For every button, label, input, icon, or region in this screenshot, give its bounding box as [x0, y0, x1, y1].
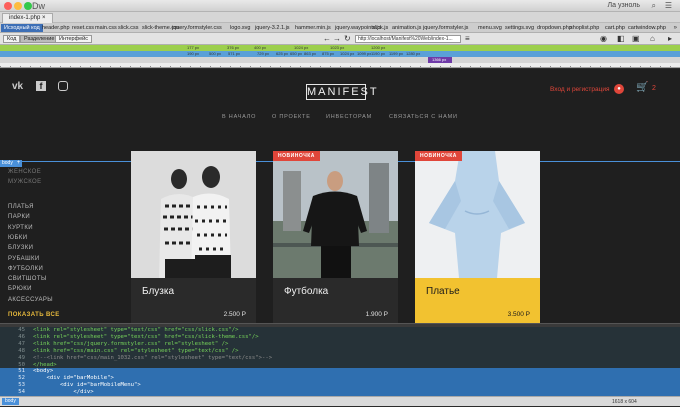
related-file-tab[interactable]: jquery.formstyler.js	[423, 23, 468, 32]
address-field[interactable]: http://localhost/Manifest%20Web/index-1.…	[355, 35, 461, 43]
visual-aids-icon[interactable]: ◧	[617, 34, 625, 44]
site-logo[interactable]: MANIFEST	[306, 84, 377, 100]
document-tab-bar: index-1.php ×	[0, 12, 680, 23]
source-code-button[interactable]: Исходный код	[1, 24, 43, 32]
status-bar: body 1618 x 604	[0, 396, 680, 406]
related-file-tab[interactable]: reset.css	[72, 23, 94, 32]
instagram-icon[interactable]	[58, 81, 68, 91]
zoom-window-button[interactable]	[24, 2, 32, 10]
category-link[interactable]: ФУТБОЛКИ	[8, 266, 43, 272]
related-file-tab[interactable]: animation.js	[392, 23, 421, 32]
category-link[interactable]: АКСЕССУАРЫ	[8, 297, 53, 303]
related-file-tab[interactable]: hammer.min.js	[295, 23, 331, 32]
category-link[interactable]: БРЮКИ	[8, 286, 32, 292]
product-name: Футболка	[284, 286, 329, 297]
add-element-icon[interactable]: +	[15, 160, 22, 167]
refresh-design-icon[interactable]: ▣	[632, 34, 640, 44]
product-card[interactable]: НОВИНОЧКА Платье 3.500 Р	[415, 151, 540, 323]
gender-female[interactable]: ЖЕНСКОЕ	[8, 169, 41, 175]
app-name: Dw	[32, 1, 45, 11]
more-files-icon[interactable]: »	[674, 23, 677, 32]
product-price: 3.500 Р	[507, 311, 530, 318]
product-card[interactable]: Блузка 2.500 Р	[131, 151, 256, 323]
document-tab[interactable]: index-1.php ×	[2, 13, 53, 23]
split-view-button[interactable]: Разделение	[20, 35, 59, 43]
product-price: 2.500 Р	[223, 311, 246, 318]
related-file-tab[interactable]: jquery-3.2.1.js	[255, 23, 290, 32]
body-tag-label[interactable]: body	[0, 160, 15, 167]
inspect-icon[interactable]: ◉	[600, 34, 607, 44]
more-icon[interactable]: ▸	[668, 34, 672, 44]
related-files-bar: Исходный код » header.php reset.css main.c…	[0, 23, 680, 33]
facebook-icon[interactable]: f	[36, 81, 46, 91]
new-badge: НОВИНОЧКА	[415, 151, 462, 161]
related-file-tab[interactable]: dropdown.php	[537, 23, 572, 32]
options-icon[interactable]: ≡	[465, 34, 470, 44]
related-file-tab[interactable]: slick.js	[372, 23, 388, 32]
related-file-tab[interactable]: slick.css	[118, 23, 138, 32]
live-view-page: vk f MANIFEST Вход и регистрация ● 🛒 2 В…	[0, 69, 680, 323]
category-link[interactable]: ПЛАТЬЯ	[8, 204, 34, 210]
nav-investors[interactable]: ИНВЕСТОРАМ	[326, 114, 372, 120]
document-tab-label: index-1.php	[9, 15, 41, 21]
document-toolbar: Код Разделение Интерфейс ← → ↻ http://lo…	[0, 33, 680, 45]
new-badge: НОВИНОЧКА	[273, 151, 320, 161]
forward-icon[interactable]: →	[333, 34, 341, 44]
login-link[interactable]: Вход и регистрация	[550, 86, 610, 93]
category-link[interactable]: ЮБКИ	[8, 235, 27, 241]
category-link[interactable]: ПАРКИ	[8, 214, 30, 220]
horizontal-ruler	[0, 63, 680, 68]
gender-male[interactable]: МУЖСКОЕ	[8, 179, 42, 185]
close-window-button[interactable]	[4, 2, 12, 10]
user-icon[interactable]: ●	[614, 84, 624, 94]
live-view-button[interactable]: Интерфейс	[55, 35, 92, 43]
vk-icon[interactable]: vk	[12, 81, 23, 92]
show-all-link[interactable]: ПОКАЗАТЬ ВСЕ	[8, 312, 60, 318]
search-icon[interactable]: ⌕	[652, 0, 656, 12]
category-link[interactable]: КУРТКИ	[8, 225, 33, 231]
user-menu[interactable]: Ла узноль	[608, 0, 640, 12]
minimize-window-button[interactable]	[14, 2, 22, 10]
related-file-tab[interactable]: menu.svg	[478, 23, 502, 32]
refresh-icon[interactable]: ↻	[344, 34, 351, 44]
product-image	[131, 151, 256, 278]
product-image	[273, 151, 398, 278]
product-name: Блузка	[142, 286, 175, 297]
related-file-tab[interactable]: cartwindow.php	[628, 23, 666, 32]
category-link[interactable]: РУБАШКИ	[8, 256, 40, 262]
menu-icon[interactable]: ☰	[665, 0, 672, 12]
cart-count: 2	[652, 85, 656, 92]
related-file-tab[interactable]: header.php	[42, 23, 70, 32]
product-name: Платье	[426, 286, 460, 297]
product-image	[415, 151, 540, 278]
category-link[interactable]: СВИТШОТЫ	[8, 276, 47, 282]
nav-home[interactable]: В НАЧАЛО	[222, 114, 256, 120]
preview-icon[interactable]: ⌂	[650, 34, 655, 44]
back-icon[interactable]: ←	[323, 34, 331, 44]
related-file-tab[interactable]: cart.php	[605, 23, 625, 32]
code-editor[interactable]: 45 <link rel="stylesheet" type="text/css"…	[0, 327, 680, 397]
code-view-button[interactable]: Код	[3, 35, 21, 43]
close-tab-icon[interactable]: ×	[42, 15, 46, 21]
related-file-tab[interactable]: logo.svg	[230, 23, 251, 32]
cart-icon[interactable]: 🛒	[636, 82, 648, 93]
nav-contact[interactable]: СВЯЗАТЬСЯ С НАМИ	[389, 114, 458, 120]
category-link[interactable]: БЛУЗКИ	[8, 245, 33, 251]
related-file-tab[interactable]: jquery.formstyler.css	[172, 23, 222, 32]
product-price: 1.900 Р	[365, 311, 388, 318]
tag-selector-body[interactable]: body	[2, 398, 19, 405]
related-file-tab[interactable]: main.css	[95, 23, 117, 32]
window-titlebar: Dw Ла узноль ⌕ ☰	[0, 0, 680, 12]
nav-about[interactable]: О ПРОЕКТЕ	[272, 114, 311, 120]
related-file-tab[interactable]: shoplist.php	[570, 23, 599, 32]
product-card[interactable]: НОВИНОЧКА Футболка 1.900 Р	[273, 151, 398, 323]
related-file-tab[interactable]: settings.svg	[505, 23, 534, 32]
